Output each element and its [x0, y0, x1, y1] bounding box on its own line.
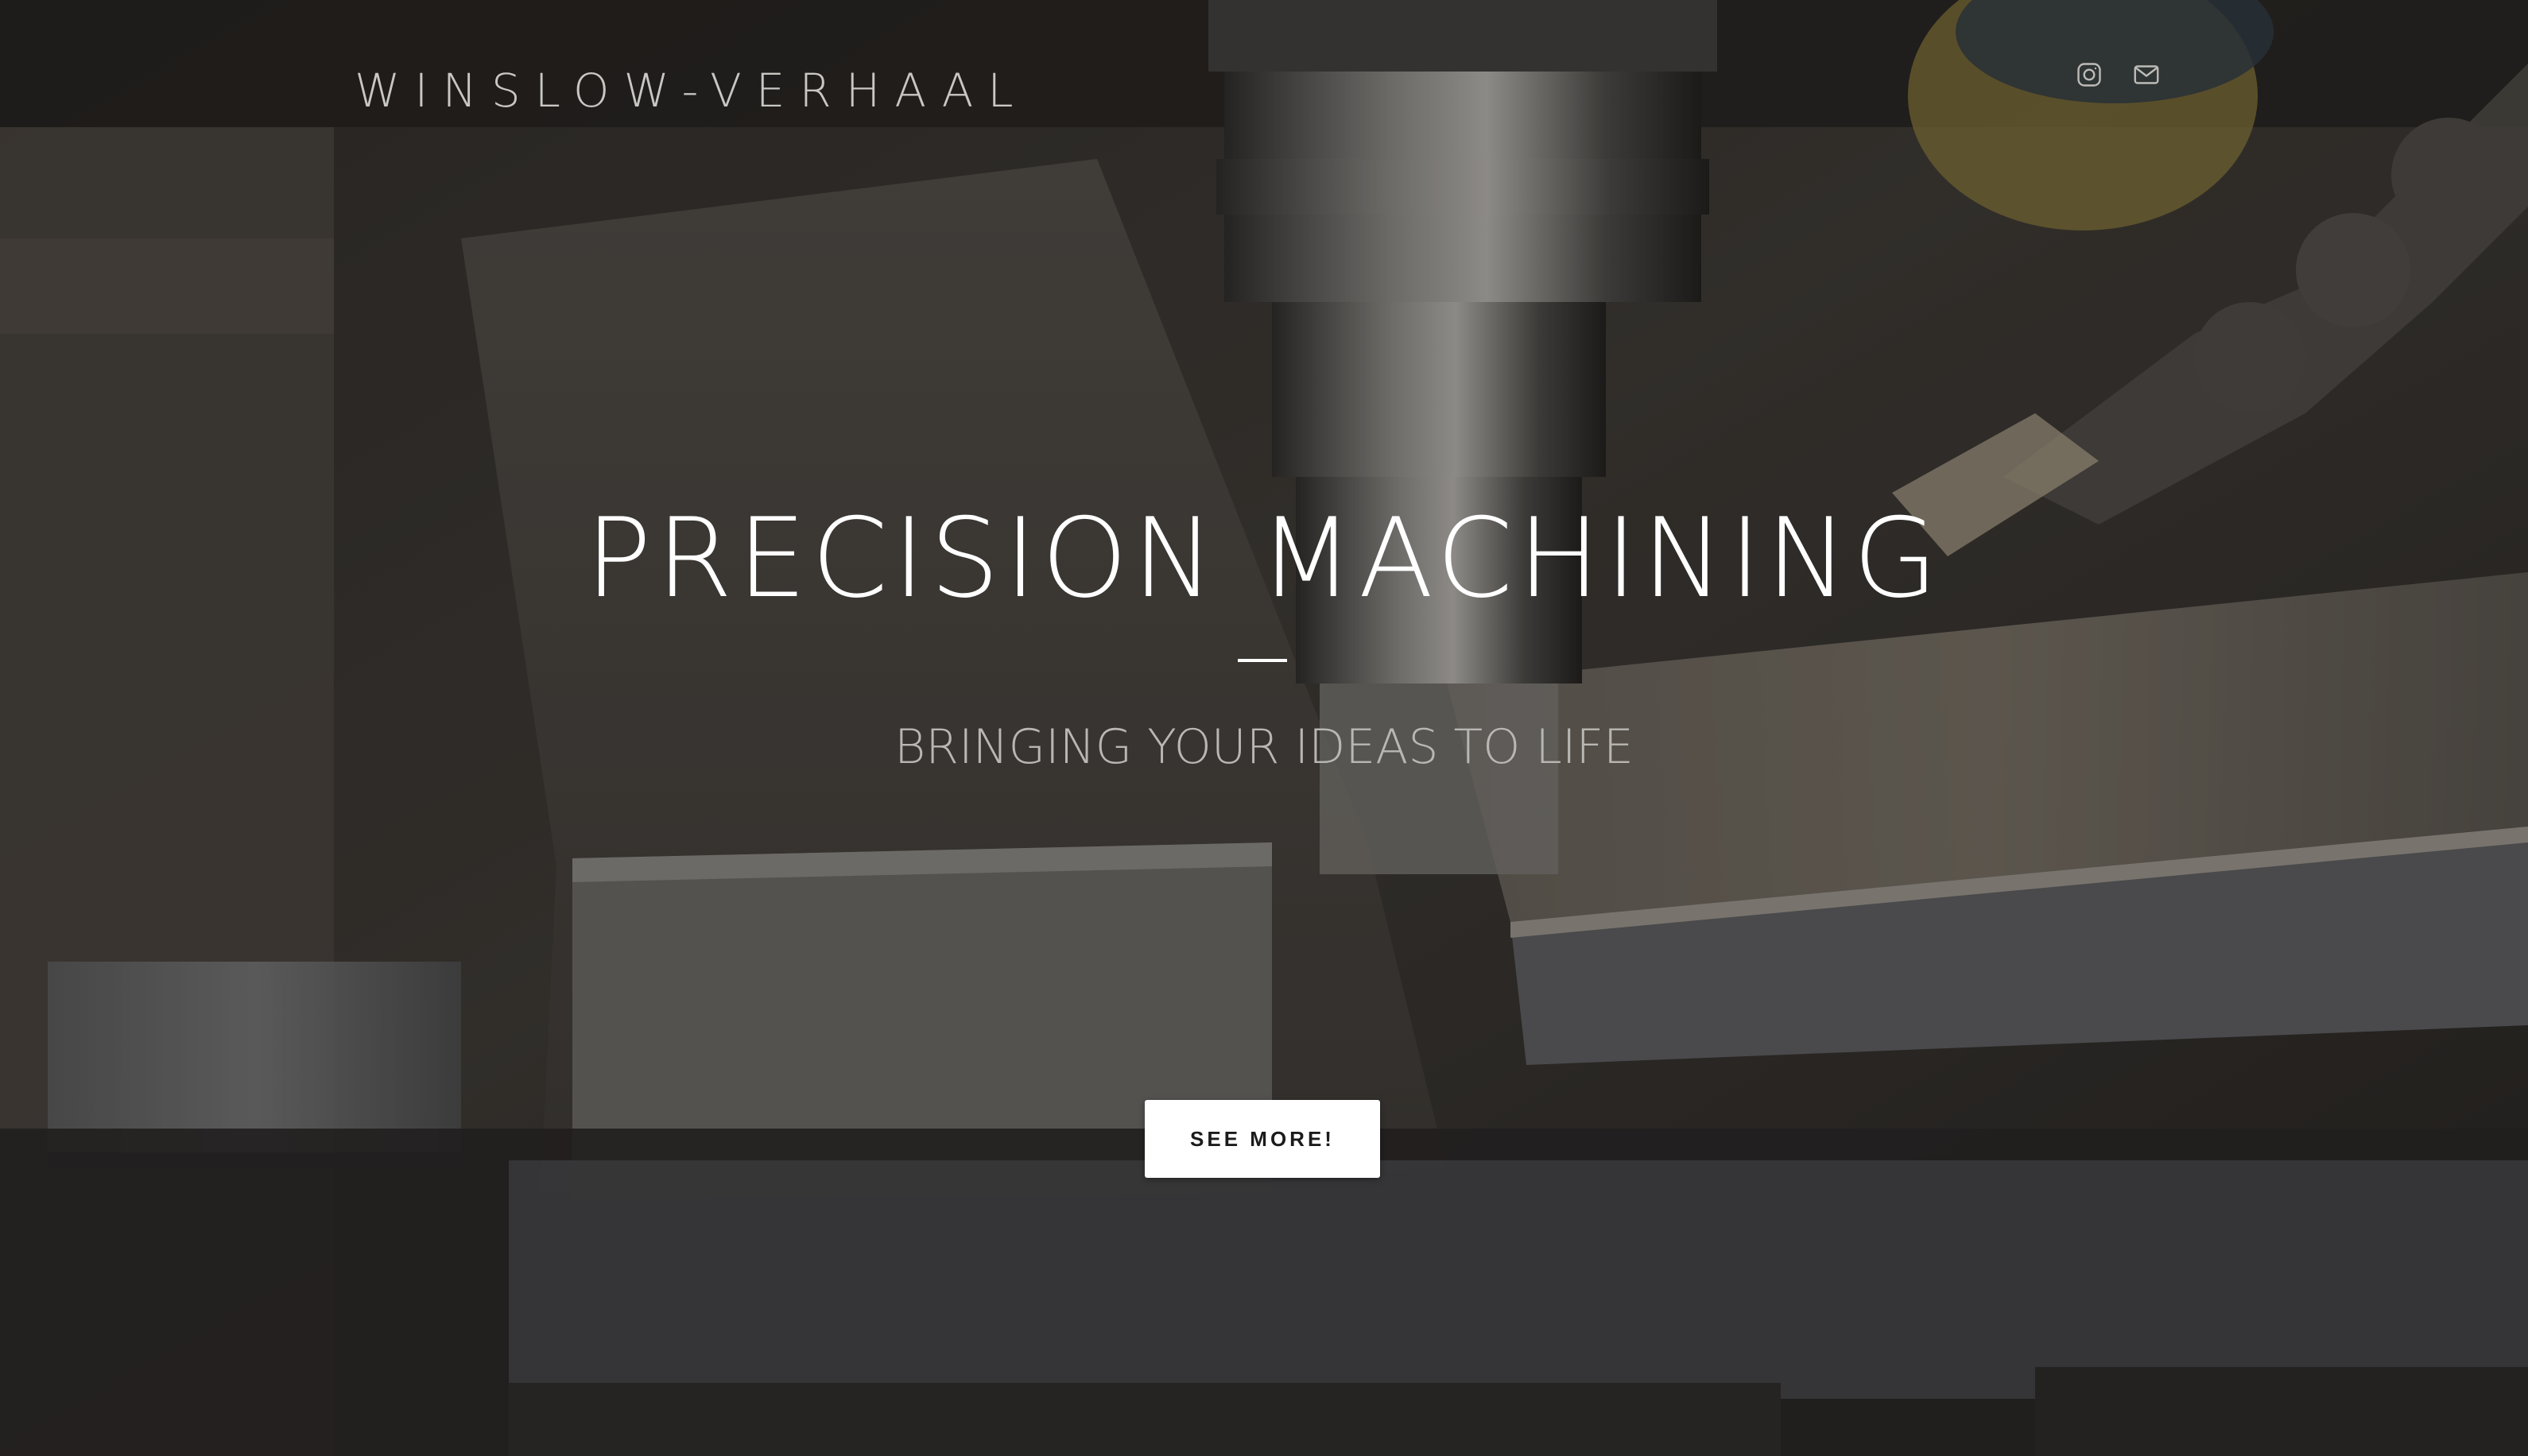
instagram-icon	[2077, 63, 2101, 87]
see-more-button[interactable]: SEE MORE!	[1145, 1100, 1380, 1178]
envelope-icon	[2134, 65, 2159, 84]
hero-subheadline: BRINGING YOUR IDEAS TO LIFE	[894, 719, 1634, 775]
instagram-link[interactable]	[2075, 60, 2103, 89]
social-links	[2075, 60, 2161, 89]
hero-headline: PRECISION MACHINING	[585, 494, 1943, 622]
email-link[interactable]	[2132, 60, 2161, 89]
headline-divider	[1238, 659, 1287, 662]
hero-section: WINSLOW-VERHAAL PRECISION MACHINING BRIN…	[0, 0, 2528, 1456]
site-logo[interactable]: WINSLOW-VERHAAL	[355, 62, 1028, 119]
